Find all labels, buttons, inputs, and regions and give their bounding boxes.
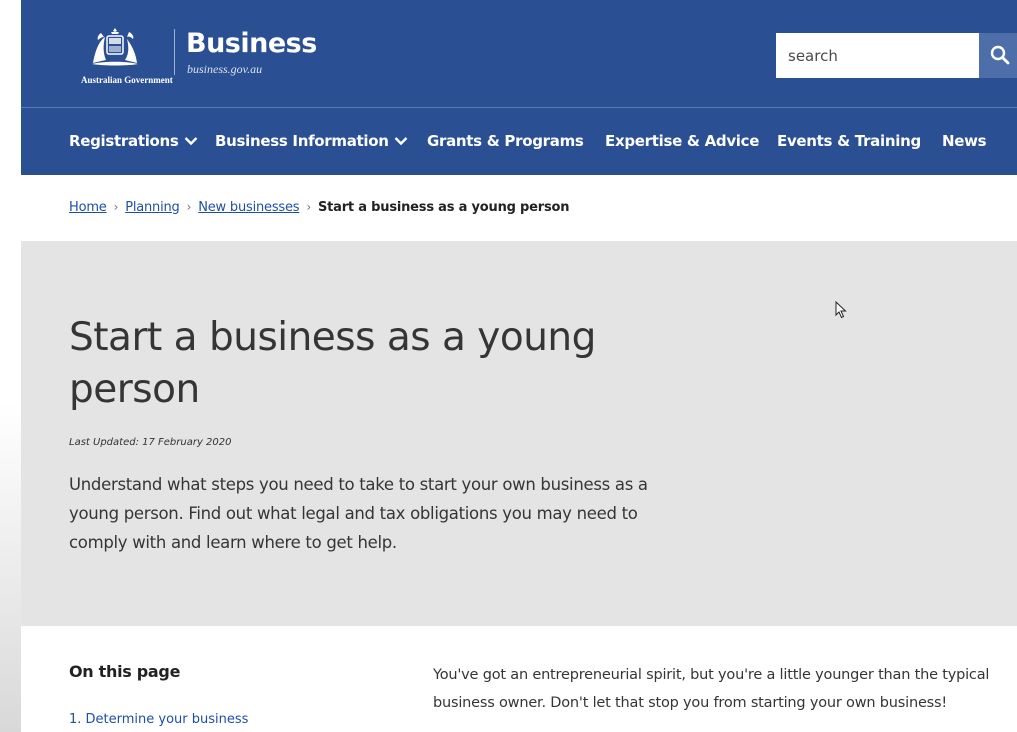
nav-business-information[interactable]: Business Information <box>215 132 408 150</box>
nav-label: News <box>942 132 987 150</box>
government-label: Australian Government <box>81 75 173 85</box>
nav-label: Grants & Programs <box>427 132 584 150</box>
search-button[interactable] <box>979 33 1017 78</box>
breadcrumb-home[interactable]: Home <box>69 200 107 215</box>
breadcrumb-planning[interactable]: Planning <box>125 200 180 215</box>
nav-grants-programs[interactable]: Grants & Programs <box>427 132 584 150</box>
hero-banner: Start a business as a young person Last … <box>21 241 1017 626</box>
toc-item[interactable]: 1. Determine your business <box>69 712 248 727</box>
search-input[interactable] <box>776 33 979 78</box>
nav-expertise-advice[interactable]: Expertise & Advice <box>605 132 759 150</box>
nav-label: Expertise & Advice <box>605 132 760 150</box>
breadcrumb-separator: › <box>186 200 192 214</box>
site-header: Australian Government Business business.… <box>21 0 1017 107</box>
nav-news[interactable]: News <box>942 132 987 150</box>
search-icon <box>990 45 1010 65</box>
page-intro: Understand what steps you need to take t… <box>69 475 648 552</box>
breadcrumb: Home › Planning › New businesses › Start a bus… <box>69 200 570 215</box>
brand-url: business.gov.au <box>187 62 263 76</box>
toc-title: On this page <box>69 662 181 681</box>
logo-divider <box>174 29 175 75</box>
nav-label: Business Information <box>215 132 389 150</box>
mouse-pointer-icon <box>835 301 847 319</box>
left-edge-shadow <box>0 0 21 732</box>
breadcrumb-separator: › <box>306 200 311 214</box>
breadcrumb-separator: › <box>113 200 119 214</box>
last-updated: Last Updated: 17 February 2020 <box>69 437 232 448</box>
page-title: Start a business as a young person <box>69 315 596 412</box>
nav-events-training[interactable]: Events & Training <box>777 132 921 150</box>
breadcrumb-new-businesses[interactable]: New businesses <box>198 200 299 215</box>
nav-registrations[interactable]: Registrations <box>69 132 198 150</box>
body-paragraph: You've got an entrepreneurial spirit, bu… <box>433 667 990 711</box>
page: Australian Government Business business.… <box>21 0 1017 732</box>
main-nav: Registrations Business Information Grant… <box>21 108 1017 175</box>
chevron-down-icon <box>184 136 197 145</box>
brand-title: Business <box>186 28 317 59</box>
breadcrumb-current: Start a business as a young person <box>317 200 570 215</box>
nav-label: Registrations <box>69 132 179 150</box>
chevron-down-icon <box>394 136 408 145</box>
nav-label: Events & Training <box>777 132 921 150</box>
commonwealth-coat-of-arms-icon <box>92 28 138 66</box>
